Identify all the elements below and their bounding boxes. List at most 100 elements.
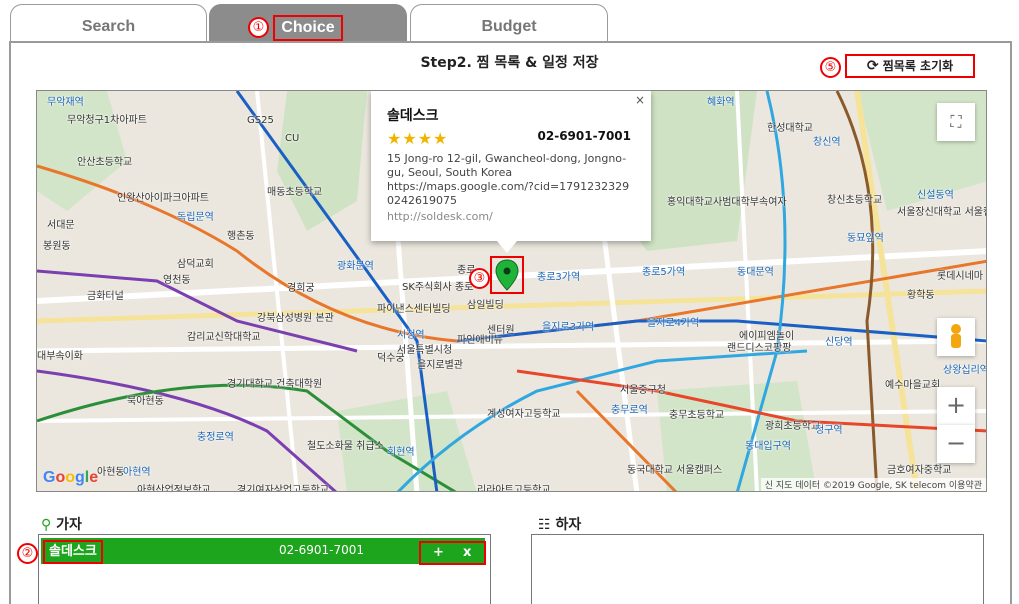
place-phone: 02-6901-7001 (537, 129, 631, 143)
info-window-tail (497, 241, 517, 253)
map-label: 센터원 (487, 325, 515, 336)
close-icon[interactable]: × (635, 93, 645, 107)
item-actions: + x (419, 541, 486, 565)
map-label: 랜드디스코팡팡 (727, 343, 792, 354)
zoom-in-icon[interactable]: + (937, 387, 975, 425)
go-section-title: ⚲ 가자 (41, 514, 82, 534)
map-label: 인왕산아이파크아파트 (117, 193, 209, 204)
map-label: 동묘앞역 (847, 233, 884, 244)
tab-budget[interactable]: Budget (410, 4, 608, 42)
map-label: 삼덕교회 (177, 259, 214, 270)
map-label: 을지로4가역 (647, 318, 700, 329)
map-label: 강북삼성병원 본관 (257, 313, 334, 324)
map-label: 청구역 (815, 425, 843, 436)
map-label: 경기대학교 건축대학원 (227, 379, 323, 390)
map-label: 무악재역 (47, 97, 84, 108)
map-label: 리라아트고등학교 (477, 485, 551, 492)
annotation-badge-5: ⑤ (820, 57, 841, 78)
map-label: 광화문역 (337, 261, 374, 272)
map-pin-icon: ⚲ (41, 517, 52, 533)
map-label: 철도소화물 취급소 (307, 441, 384, 452)
map-label: 창신역 (813, 137, 841, 148)
list-icon: ☷ (538, 517, 551, 533)
map-label: 아현동 (97, 467, 125, 478)
map-label: 상왕십리역 (943, 365, 987, 376)
map-label: 신당역 (825, 337, 853, 348)
map-label: 서울특별시청 (397, 345, 453, 356)
map-label: 감리교신학대학교 (187, 332, 261, 343)
map-label: 대부속이화 (37, 351, 83, 362)
map-view[interactable]: 무악재역무악청구1차아파트안산초등학교인왕산아이파크아파트독립문역서대문행촌동봉… (36, 90, 987, 492)
map-label: 종로5가역 (642, 267, 686, 278)
map-label: 한성대학교 (767, 123, 813, 134)
map-pin-marker-icon[interactable] (492, 258, 522, 292)
map-label: GS25 (247, 115, 274, 126)
map-label: 충무초등학교 (669, 410, 725, 421)
item-phone: 02-6901-7001 (279, 543, 365, 557)
map-label: 시청역 (397, 330, 425, 341)
map-label: 서대문 (47, 220, 75, 231)
zoom-out-icon[interactable]: − (937, 425, 975, 463)
map-label: 을지로별관 (417, 360, 463, 371)
map-label: 영천동 (163, 275, 191, 286)
place-name: 솔데스크 (387, 108, 439, 124)
map-label: 행촌동 (227, 231, 255, 242)
go-section-label: 가자 (56, 517, 82, 533)
fullscreen-icon[interactable]: ⛶ (937, 103, 975, 141)
map-label: 경희궁 (287, 283, 315, 294)
annotation-badge-1: ① (248, 17, 269, 38)
map-label: 삼일빌딩 (467, 300, 504, 311)
reset-wishlist-label: 찜목록 초기화 (882, 59, 954, 73)
map-label: 창신초등학교 (827, 195, 883, 206)
map-label: 금호여자중학교 (887, 465, 952, 476)
marker-highlight (490, 256, 524, 294)
map-label: 무악청구1차아파트 (67, 115, 147, 126)
map-label: 봉원동 (43, 241, 71, 252)
map-label: 계성여자고등학교 (487, 409, 561, 420)
map-label: 홍익대학교사범대학부속여자 (667, 197, 787, 208)
map-label: 아현역 (123, 467, 151, 478)
map-label: 예수마을교회 (885, 380, 941, 391)
place-website[interactable]: http://soldesk.com/ (387, 210, 635, 224)
map-label: 매동초등학교 (267, 187, 323, 198)
map-label: 종로3가역 (537, 272, 581, 283)
map-label: 충무로역 (611, 405, 648, 416)
todo-list-box (531, 534, 984, 604)
tab-choice-label: Choice (273, 15, 343, 41)
reset-wishlist-button[interactable]: ⟳ 찜목록 초기화 (845, 54, 975, 78)
map-label: 동대입구역 (745, 441, 791, 452)
map-label: 회현역 (387, 447, 415, 458)
todo-section-title: ☷ 하자 (538, 514, 581, 534)
refresh-icon: ⟳ (866, 58, 879, 74)
map-label: 금화터널 (87, 291, 124, 302)
place-info-window: × 솔데스크 ★★★★ 02-6901-7001 15 Jong-ro 12-g… (371, 91, 651, 241)
map-label: 황학동 (907, 290, 935, 301)
annotation-badge-3: ③ (469, 268, 490, 289)
map-label: 충정로역 (197, 432, 234, 443)
item-name: 솔데스크 (43, 540, 103, 564)
tab-choice[interactable]: Choice (209, 4, 407, 42)
map-label: 경기여자상업고등학교 (237, 485, 329, 492)
map-label: 광희초등학교 (765, 421, 821, 432)
map-label: 북아현동 (127, 396, 164, 407)
map-label: 파이낸스센터빌딩 (377, 304, 451, 315)
tab-search[interactable]: Search (10, 4, 207, 42)
map-label: 독립문역 (177, 212, 214, 223)
place-address: 15 Jong-ro 12-gil, Gwancheol-dong, Jongn… (387, 152, 627, 179)
map-label: 아현산업정보학교 (137, 485, 211, 492)
annotation-badge-2: ② (17, 543, 38, 564)
remove-button[interactable]: x (463, 543, 471, 562)
list-item[interactable]: 솔데스크 02-6901-7001 + x (41, 538, 486, 565)
map-label: 서울중구청 (620, 385, 666, 396)
map-label: 서울장신대학교 서울캠퍼스 (897, 207, 986, 218)
todo-section-label: 하자 (555, 517, 582, 533)
add-button[interactable]: + (433, 543, 444, 562)
map-label: 혜화역 (707, 97, 735, 108)
street-view-pegman-icon[interactable] (937, 318, 975, 356)
map-label: 롯데시네마 황학 (937, 271, 986, 282)
place-maps-url[interactable]: https://maps.google.com/?cid=17912323290… (387, 180, 635, 208)
map-label: CU (285, 133, 300, 144)
map-label: 안산초등학교 (77, 157, 133, 168)
map-attribution: 신 지도 데이터 ©2019 Google, SK telecom 이용약관 (760, 478, 986, 491)
map-label: 동국대학교 서울캠퍼스 (627, 465, 723, 476)
